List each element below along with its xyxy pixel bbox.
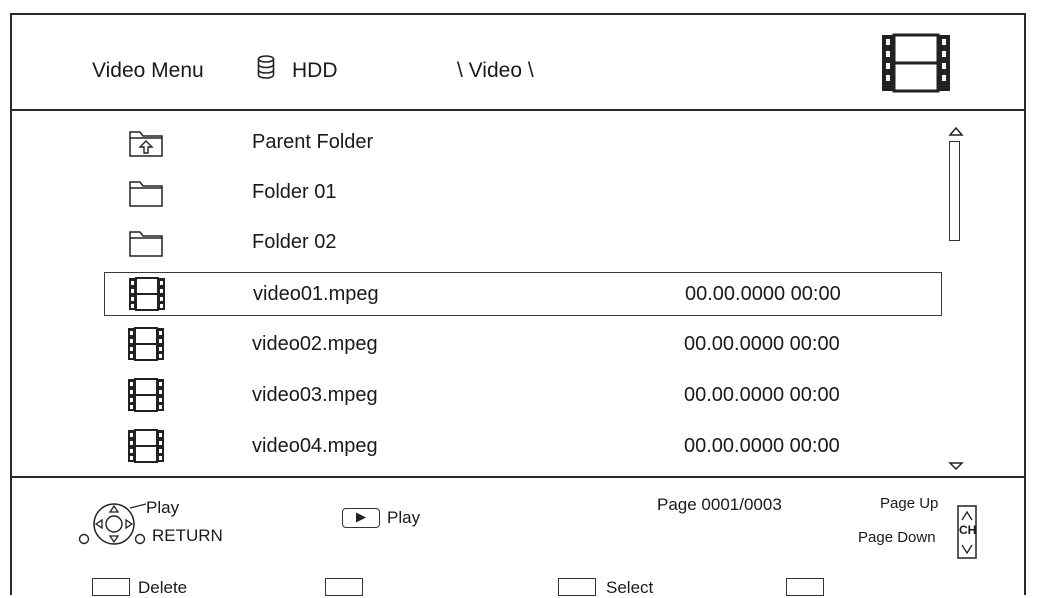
dpad-ok-icon	[78, 503, 146, 545]
video-menu-screen: Video Menu HDD \ Video \ Parent Folder F…	[10, 13, 1026, 597]
dpad-play-label: Play	[146, 498, 180, 517]
item-date: 00.00.0000 00:00	[684, 333, 840, 355]
list-item-folder[interactable]: Folder 02	[104, 221, 942, 265]
item-name: Folder 01	[252, 181, 337, 203]
list-item-folder[interactable]: Folder 01	[104, 171, 942, 215]
play-triangle-icon	[356, 512, 366, 523]
return-label: RETURN	[152, 526, 223, 545]
parent-folder-icon	[129, 131, 163, 157]
item-name: video04.mpeg	[252, 435, 378, 457]
scroll-down-arrow-icon[interactable]	[948, 461, 964, 471]
item-date: 00.00.0000 00:00	[684, 435, 840, 457]
list-item-parent-folder[interactable]: Parent Folder	[104, 121, 942, 165]
header-bar: Video Menu HDD \ Video \	[12, 15, 1024, 111]
list-item-video[interactable]: video03.mpeg 00.00.0000 00:00	[104, 374, 942, 418]
drive-label: HDD	[292, 59, 338, 82]
hdd-stack-icon	[257, 55, 275, 79]
list-item-video-selected[interactable]: video01.mpeg 00.00.0000 00:00	[104, 272, 942, 316]
item-name: Parent Folder	[252, 131, 374, 153]
select-label: Select	[606, 578, 654, 597]
file-list: Parent Folder Folder 01 Folder 02 video0…	[12, 111, 1024, 478]
list-item-video[interactable]: video04.mpeg 00.00.0000 00:00	[104, 425, 942, 469]
green-color-button[interactable]	[325, 578, 363, 596]
item-name: video03.mpeg	[252, 384, 378, 406]
page-down-label: Page Down	[858, 529, 936, 546]
play-button-label: Play	[387, 508, 421, 527]
item-name: video01.mpeg	[253, 283, 379, 305]
footer-bar: Play RETURN Play Page 0001/0003 Page Up …	[12, 478, 1024, 597]
scrollbar-thumb[interactable]	[949, 141, 960, 241]
folder-icon	[129, 181, 163, 207]
film-strip-icon	[128, 327, 164, 361]
film-strip-icon	[882, 33, 950, 93]
menu-title: Video Menu	[92, 59, 204, 82]
folder-icon	[129, 231, 163, 257]
blue-color-button[interactable]	[786, 578, 824, 596]
list-item-video[interactable]: video02.mpeg 00.00.0000 00:00	[104, 323, 942, 367]
delete-label: Delete	[138, 578, 188, 597]
ch-label: CH	[959, 523, 977, 537]
yellow-color-button[interactable]	[558, 578, 596, 596]
film-strip-icon	[128, 429, 164, 463]
current-path: \ Video \	[457, 59, 534, 82]
scroll-up-arrow-icon[interactable]	[948, 125, 964, 137]
item-date: 00.00.0000 00:00	[684, 384, 840, 406]
film-strip-icon	[128, 378, 164, 412]
channel-page-button[interactable]: CH	[957, 505, 977, 559]
page-up-label: Page Up	[880, 495, 939, 512]
film-strip-icon	[129, 277, 165, 311]
item-name: video02.mpeg	[252, 333, 378, 355]
item-name: Folder 02	[252, 231, 337, 253]
page-indicator: Page 0001/0003	[657, 495, 782, 514]
red-color-button[interactable]	[92, 578, 130, 596]
play-button[interactable]	[342, 508, 380, 528]
item-date: 00.00.0000 00:00	[685, 283, 841, 305]
